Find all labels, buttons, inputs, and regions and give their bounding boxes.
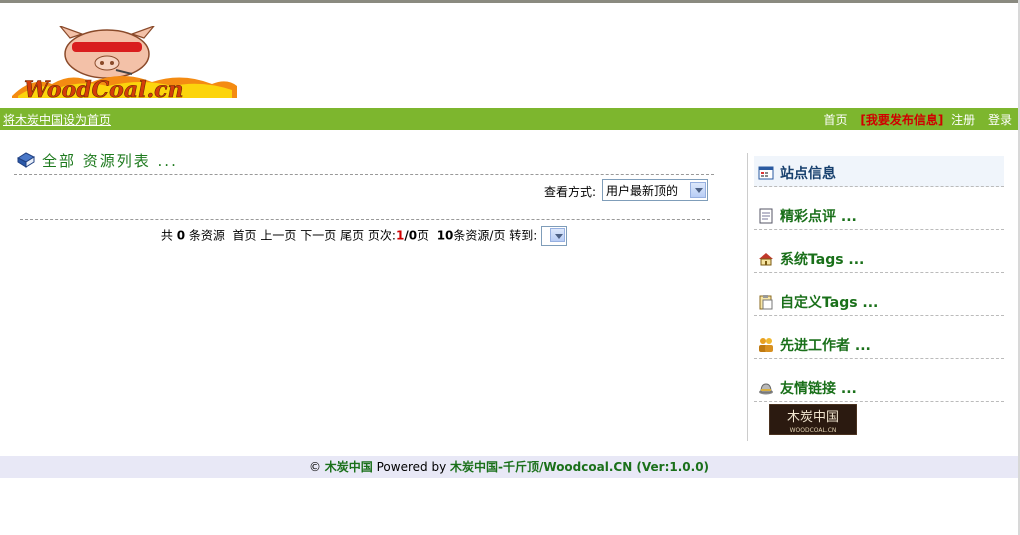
sidebar-item-workers[interactable]: 先进工作者 ... [754, 328, 1004, 359]
site-logo[interactable]: WoodCoal.cn [12, 26, 242, 106]
nav-publish-link[interactable]: [我要发布信息] [860, 113, 943, 127]
goto-page-select[interactable] [541, 226, 568, 246]
footer: © 木炭中国 Powered by 木炭中国-千斤顶/Woodcoal.CN (… [0, 456, 1018, 478]
footer-powered-label: Powered by [376, 460, 447, 474]
book-icon [17, 152, 35, 168]
sidebar-item-reviews[interactable]: 精彩点评 ... [754, 199, 1004, 230]
page-label: 页次: [367, 228, 396, 243]
view-mode-value: 用户最新顶的 [606, 183, 679, 198]
nav-home-link[interactable]: 首页 [823, 113, 847, 127]
home-icon [759, 253, 773, 266]
first-page-link[interactable]: 首页 [233, 229, 257, 243]
sidebar-item-label: 友情链接 ... [780, 381, 857, 397]
nav-login-link[interactable]: 登录 [988, 113, 1012, 127]
sidebar-item-custom-tags[interactable]: 自定义Tags ... [754, 285, 1004, 316]
view-mode-select[interactable]: 用户最新顶的 [602, 179, 708, 201]
per-page-suffix: 条资源/页 [453, 228, 506, 243]
per-page-count: 10 [436, 228, 454, 243]
footer-site-link[interactable]: 木炭中国 [325, 460, 373, 474]
main-content: 全部 资源列表 ... 查看方式: 用户最新顶的 共 0 条资源 首页 上一页 … [14, 148, 714, 248]
banner-text: 木炭中国 [787, 410, 839, 425]
sidebar-item-site-info[interactable]: 站点信息 [754, 156, 1004, 187]
top-border [0, 0, 1020, 3]
users-icon [759, 338, 773, 352]
view-mode-label: 查看方式: [543, 185, 596, 199]
total-pages: /0 [404, 228, 418, 243]
clipboard-icon [759, 295, 773, 310]
total-count: 0 [176, 228, 186, 243]
prev-page-link[interactable]: 上一页 [260, 229, 296, 243]
divider [20, 219, 710, 220]
last-page-link[interactable]: 尾页 [340, 229, 364, 243]
nav-register-link[interactable]: 注册 [951, 113, 975, 127]
view-mode-bar: 查看方式: 用户最新顶的 [14, 175, 714, 205]
list-title-bar: 全部 资源列表 ... [14, 148, 714, 175]
pagination: 共 0 条资源 首页 上一页 下一页 尾页 页次:1/0页 10条资源/页 转到… [14, 226, 714, 248]
set-homepage-link[interactable]: 将木炭中国设为首页 [3, 111, 111, 128]
sidebar-item-label: 系统Tags ... [780, 252, 865, 268]
woodcoal-banner-link[interactable]: 木炭中国 WOODCOAL.CN [769, 404, 857, 435]
logo-text: WoodCoal.cn [24, 77, 184, 103]
page-title: 全部 资源列表 ... [42, 152, 178, 170]
sidebar: 站点信息 精彩点评 ... 系统Tags ... 自定义Tags ... 先进工… [747, 153, 1006, 441]
hat-icon [759, 383, 773, 395]
sidebar-item-label: 精彩点评 ... [780, 209, 857, 225]
page-unit: 页 [417, 228, 430, 243]
sidebar-item-label: 自定义Tags ... [780, 295, 879, 311]
document-icon [759, 208, 773, 224]
sidebar-item-system-tags[interactable]: 系统Tags ... [754, 242, 1004, 273]
sidebar-item-label: 先进工作者 ... [780, 338, 871, 354]
calendar-icon [758, 166, 774, 180]
chevron-down-icon[interactable] [690, 182, 706, 198]
nav-links: 首页 [我要发布信息] 注册 登录 [823, 111, 1012, 128]
chevron-down-icon[interactable] [550, 228, 566, 242]
next-page-link[interactable]: 下一页 [300, 229, 336, 243]
nav-bar: 将木炭中国设为首页 首页 [我要发布信息] 注册 登录 [0, 108, 1018, 130]
total-suffix: 条资源 [188, 228, 225, 243]
total-prefix: 共 [160, 228, 173, 243]
goto-label: 转到: [509, 228, 538, 243]
footer-product-link[interactable]: 木炭中国-千斤顶/Woodcoal.CN (Ver:1.0.0) [450, 460, 709, 474]
sidebar-item-label: 站点信息 [780, 166, 836, 182]
copyright-symbol: © [308, 460, 321, 474]
banner-subtext: WOODCOAL.CN [790, 427, 837, 434]
sidebar-item-friend-links[interactable]: 友情链接 ... [754, 371, 1004, 402]
